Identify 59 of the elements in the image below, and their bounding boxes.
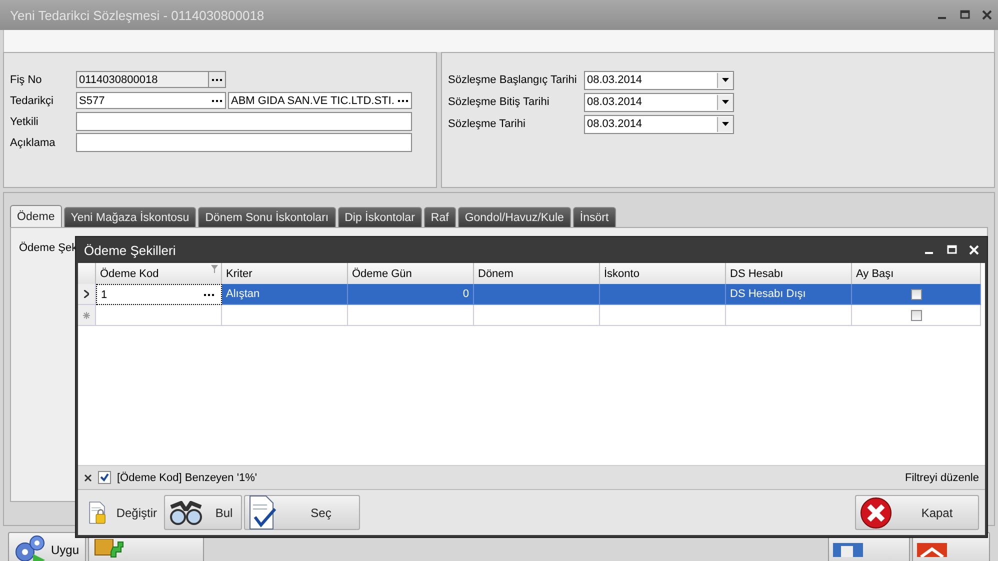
tab[interactable]: Dip İskontolar: [338, 207, 422, 227]
maximize-icon[interactable]: [960, 10, 970, 20]
column-header[interactable]: Ödeme Gün: [348, 263, 474, 285]
receipt-number-field[interactable]: 0114030800018: [76, 71, 226, 88]
edit-button[interactable]: Değiştir: [84, 495, 162, 530]
input-field[interactable]: [76, 112, 412, 131]
filter-checkbox[interactable]: [98, 471, 111, 484]
dialog-title: Ödeme Şekilleri: [84, 242, 177, 258]
date-field[interactable]: 08.03.2014: [584, 92, 734, 112]
tab[interactable]: Raf: [424, 207, 456, 227]
field-label: Tedarikçi: [10, 94, 54, 106]
find-button[interactable]: Bul: [164, 495, 242, 530]
checkbox[interactable]: [910, 288, 922, 300]
column-header[interactable]: Ay Başı: [852, 263, 981, 285]
field-label: Fiş No: [10, 74, 43, 86]
checked-document-icon: [249, 494, 279, 530]
field-label: Sözleşme Tarihi: [448, 118, 526, 130]
table-cell: 0: [348, 284, 474, 305]
column-header[interactable]: İskonto: [600, 263, 726, 285]
column-header[interactable]: DS Hesabı: [726, 263, 852, 285]
field-label: Sözleşme Bitiş Tarihi: [448, 96, 550, 108]
binoculars-icon: [169, 500, 203, 524]
tab[interactable]: İnsört: [572, 207, 616, 227]
supplier-code-field[interactable]: S577: [76, 92, 226, 109]
table-cell: Alıştan: [222, 284, 348, 305]
cancel-icon: [917, 542, 947, 556]
window-title: Yeni Tedarikci Sözleşmesi - 0114030800018: [10, 8, 266, 22]
field-label: Sözleşme Başlangıç Tarihi: [448, 74, 578, 86]
box-plus-icon: [93, 538, 125, 560]
field-label: Yetkili: [10, 116, 40, 128]
table-cell: DS Hesabı Dışı: [726, 284, 852, 305]
ellipsis-icon[interactable]: [208, 72, 225, 87]
column-header[interactable]: Kriter: [222, 263, 348, 285]
tab[interactable]: Gondol/Havuz/Kule: [458, 207, 571, 227]
column-header[interactable]: Dönem: [474, 263, 600, 285]
new-row-icon: [83, 312, 90, 318]
tab[interactable]: Ödeme: [10, 205, 62, 227]
apply-button[interactable]: Uygu: [8, 532, 86, 561]
filter-icon[interactable]: [211, 265, 218, 273]
edit-filter-link[interactable]: Filtreyi düzenle: [905, 472, 979, 484]
filter-text: [Ödeme Kod] Benzeyen '1%': [117, 472, 258, 484]
column-header[interactable]: Ödeme Kod: [96, 263, 222, 285]
current-row-icon: [84, 290, 89, 298]
close-icon[interactable]: [982, 10, 992, 20]
checkbox[interactable]: [910, 310, 922, 320]
table-cell: 1: [96, 284, 222, 305]
field-label: Açıklama: [10, 136, 56, 148]
close-icon: [860, 496, 892, 528]
date-field[interactable]: 08.03.2014: [584, 70, 734, 90]
row-indicator-header: [78, 263, 96, 285]
tab[interactable]: Yeni Mağaza İskontosu: [64, 207, 196, 227]
tab[interactable]: Dönem Sonu İskontoları: [198, 207, 336, 227]
input-field[interactable]: [76, 133, 412, 152]
select-button[interactable]: Seç: [244, 495, 360, 530]
supplier-name-field[interactable]: ABM GIDA SAN.VE TIC.LTD.STI.: [228, 92, 412, 109]
close-filter-icon[interactable]: [84, 474, 92, 482]
gears-icon: [13, 534, 47, 561]
close-button[interactable]: Kapat: [855, 495, 979, 530]
date-field[interactable]: 08.03.2014: [584, 114, 734, 134]
